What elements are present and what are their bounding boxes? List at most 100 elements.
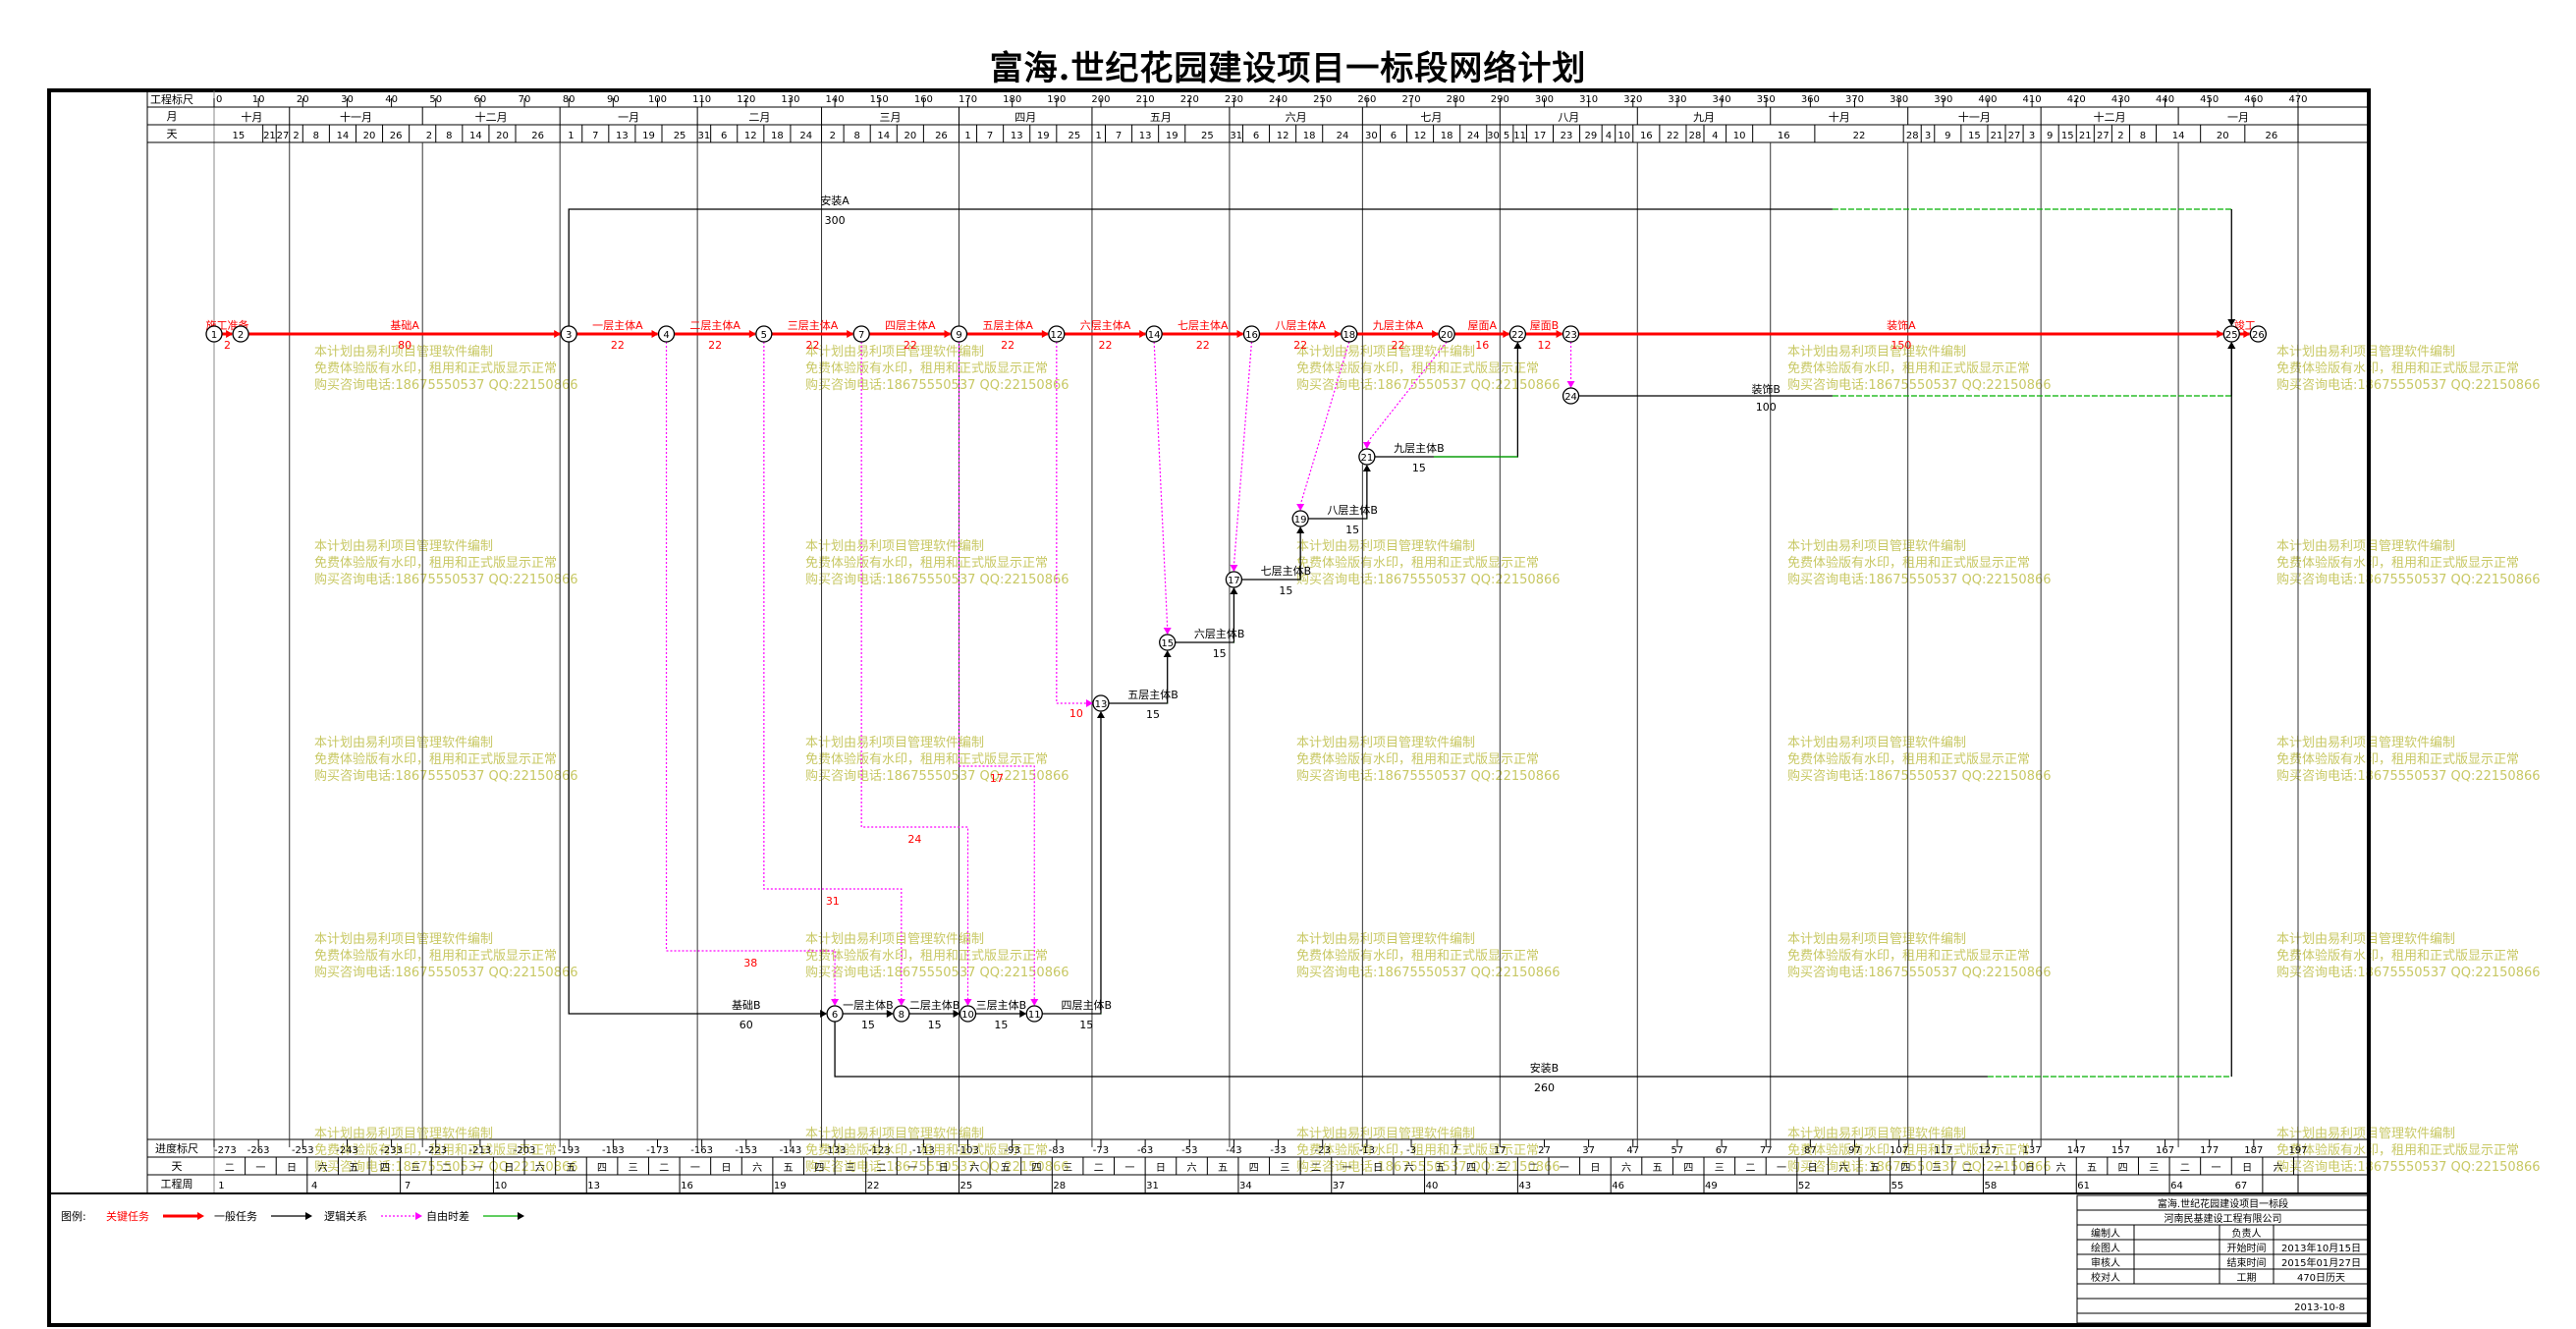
weekday-label: 六 xyxy=(1621,1162,1631,1174)
weekday-label: 一 xyxy=(690,1163,700,1174)
arrow-head xyxy=(1362,442,1371,449)
task-duration-label: 60 xyxy=(740,1019,753,1031)
weekday-label: 三 xyxy=(1280,1163,1289,1174)
watermark-text: 本计划由易利项目管理软件编制 xyxy=(805,539,984,554)
weekday-label: 六 xyxy=(535,1162,545,1174)
weekday-label: 三 xyxy=(629,1163,638,1174)
weekday-label: 五 xyxy=(784,1163,794,1174)
progress-tick-label: -203 xyxy=(514,1145,536,1156)
task-duration-label: 15 xyxy=(1412,462,1426,474)
node-number: 20 xyxy=(1441,330,1453,341)
node-number: 7 xyxy=(858,330,864,341)
day-label: 31 xyxy=(698,131,711,141)
header-row-label: 天 xyxy=(167,128,178,140)
weekday-label: 三 xyxy=(411,1163,420,1174)
task-name-label: 四层主体A xyxy=(885,318,936,332)
day-label: 13 xyxy=(616,131,629,141)
task-name-label: 五层主体A xyxy=(982,318,1033,332)
week-label: 22 xyxy=(867,1181,880,1191)
header-row-label: 月 xyxy=(167,110,178,123)
watermark-text: 本计划由易利项目管理软件编制 xyxy=(805,736,984,750)
month-label: 十一月 xyxy=(340,110,372,124)
scale-tick-label: 230 xyxy=(1225,94,1243,105)
node-number: 2 xyxy=(238,330,244,341)
watermark-text: 免费体验版有水印，租用和正式版显示正常 xyxy=(2276,1142,2519,1158)
scale-tick-label: 10 xyxy=(252,94,265,105)
watermark-text: 本计划由易利项目管理软件编制 xyxy=(1787,932,1966,947)
progress-tick-label: -253 xyxy=(292,1145,314,1156)
scale-tick-label: 220 xyxy=(1180,94,1199,105)
week-label: 67 xyxy=(2235,1181,2248,1191)
task-name-label: 二层主体A xyxy=(689,318,740,332)
arrow-head xyxy=(1139,330,1147,338)
task-name-label: 七层主体B xyxy=(1261,564,1312,578)
day-label: 18 xyxy=(1441,131,1453,141)
day-label: 2 xyxy=(830,131,836,141)
weekday-label: 五 xyxy=(2087,1163,2097,1174)
day-label: 28 xyxy=(1906,131,1919,141)
week-label: 13 xyxy=(587,1181,600,1191)
watermark-text: 本计划由易利项目管理软件编制 xyxy=(314,932,493,947)
weekday-label: 六 xyxy=(2274,1162,2283,1174)
task-duration-label: 22 xyxy=(1293,339,1307,352)
day-label: 14 xyxy=(337,131,350,141)
day-label: 24 xyxy=(799,131,812,141)
arrow-head xyxy=(944,330,952,338)
day-label: 26 xyxy=(390,131,403,141)
watermark-text: 本计划由易利项目管理软件编制 xyxy=(1787,736,1966,750)
weekday-label: 一 xyxy=(255,1163,265,1174)
weekday-label: 四 xyxy=(1466,1163,1476,1174)
month-grid xyxy=(289,142,2299,1147)
arrow-head xyxy=(1096,711,1105,718)
day-label: 5 xyxy=(1504,131,1509,141)
arrow-head xyxy=(847,330,854,338)
month-label: 六月 xyxy=(1286,111,1307,124)
weekday-label: 五 xyxy=(1218,1163,1228,1174)
progress-tick-label: -223 xyxy=(424,1145,447,1156)
task-name-label: 五层主体B xyxy=(1127,688,1178,701)
scale-tick-label: 160 xyxy=(914,94,933,105)
week-label: 4 xyxy=(311,1181,317,1191)
weekday-label: 二 xyxy=(1963,1163,1973,1174)
node-number: 10 xyxy=(961,1010,974,1021)
info-cell: 2013年10月15日 xyxy=(2281,1242,2361,1254)
watermark-text: 本计划由易利项目管理软件编制 xyxy=(1296,736,1475,750)
legend-item-label: 关键任务 xyxy=(106,1209,149,1223)
week-label: 34 xyxy=(1239,1181,1252,1191)
day-label: 21 xyxy=(263,131,276,141)
info-cell: 2015年01月27日 xyxy=(2281,1256,2361,1269)
day-label: 9 xyxy=(2047,131,2053,141)
progress-tick-label: -23 xyxy=(1315,1145,1331,1156)
info-cell: 负责人 xyxy=(2232,1227,2262,1240)
day-label: 12 xyxy=(1414,131,1427,141)
weekday-label: 一 xyxy=(1124,1163,1134,1174)
weekday-label: 六 xyxy=(1187,1162,1197,1174)
day-label: 6 xyxy=(721,131,727,141)
task-name-label: 三层主体B xyxy=(976,998,1027,1012)
network-diagram: 本计划由易利项目管理软件编制免费体验版有水印，租用和正式版显示正常购买咨询电话:… xyxy=(47,88,2541,1327)
scale-tick-label: 340 xyxy=(1713,94,1731,105)
watermark-text: 免费体验版有水印，租用和正式版显示正常 xyxy=(805,948,1048,964)
node-number: 12 xyxy=(1050,330,1063,341)
weekday-label: 日 xyxy=(2242,1163,2252,1174)
progress-tick-label: 117 xyxy=(1934,1145,1952,1156)
day-label: 8 xyxy=(853,131,859,141)
watermark-text: 免费体验版有水印，租用和正式版显示正常 xyxy=(1296,751,1539,767)
month-label: 八月 xyxy=(1558,111,1579,124)
day-label: 27 xyxy=(2097,131,2110,141)
watermark-text: 本计划由易利项目管理软件编制 xyxy=(1296,932,1475,947)
month-label: 十一月 xyxy=(1958,110,1991,124)
progress-tick-label: 147 xyxy=(2067,1145,2086,1156)
legend-arrow-head xyxy=(415,1212,422,1220)
watermark-text: 免费体验版有水印，租用和正式版显示正常 xyxy=(314,555,557,571)
day-label: 22 xyxy=(1667,131,1679,141)
progress-tick-label: -243 xyxy=(336,1145,358,1156)
watermark-text: 购买咨询电话:18675550537 QQ:22150866 xyxy=(1296,1159,1561,1175)
task-name-label: 安装B xyxy=(1530,1061,1560,1075)
weekday-label: 三 xyxy=(846,1163,855,1174)
progress-tick-label: -123 xyxy=(868,1145,891,1156)
scale-tick-label: 30 xyxy=(341,94,354,105)
info-cell: 审核人 xyxy=(2091,1256,2120,1269)
scale-tick-label: 110 xyxy=(692,94,711,105)
day-label: 12 xyxy=(1277,131,1289,141)
